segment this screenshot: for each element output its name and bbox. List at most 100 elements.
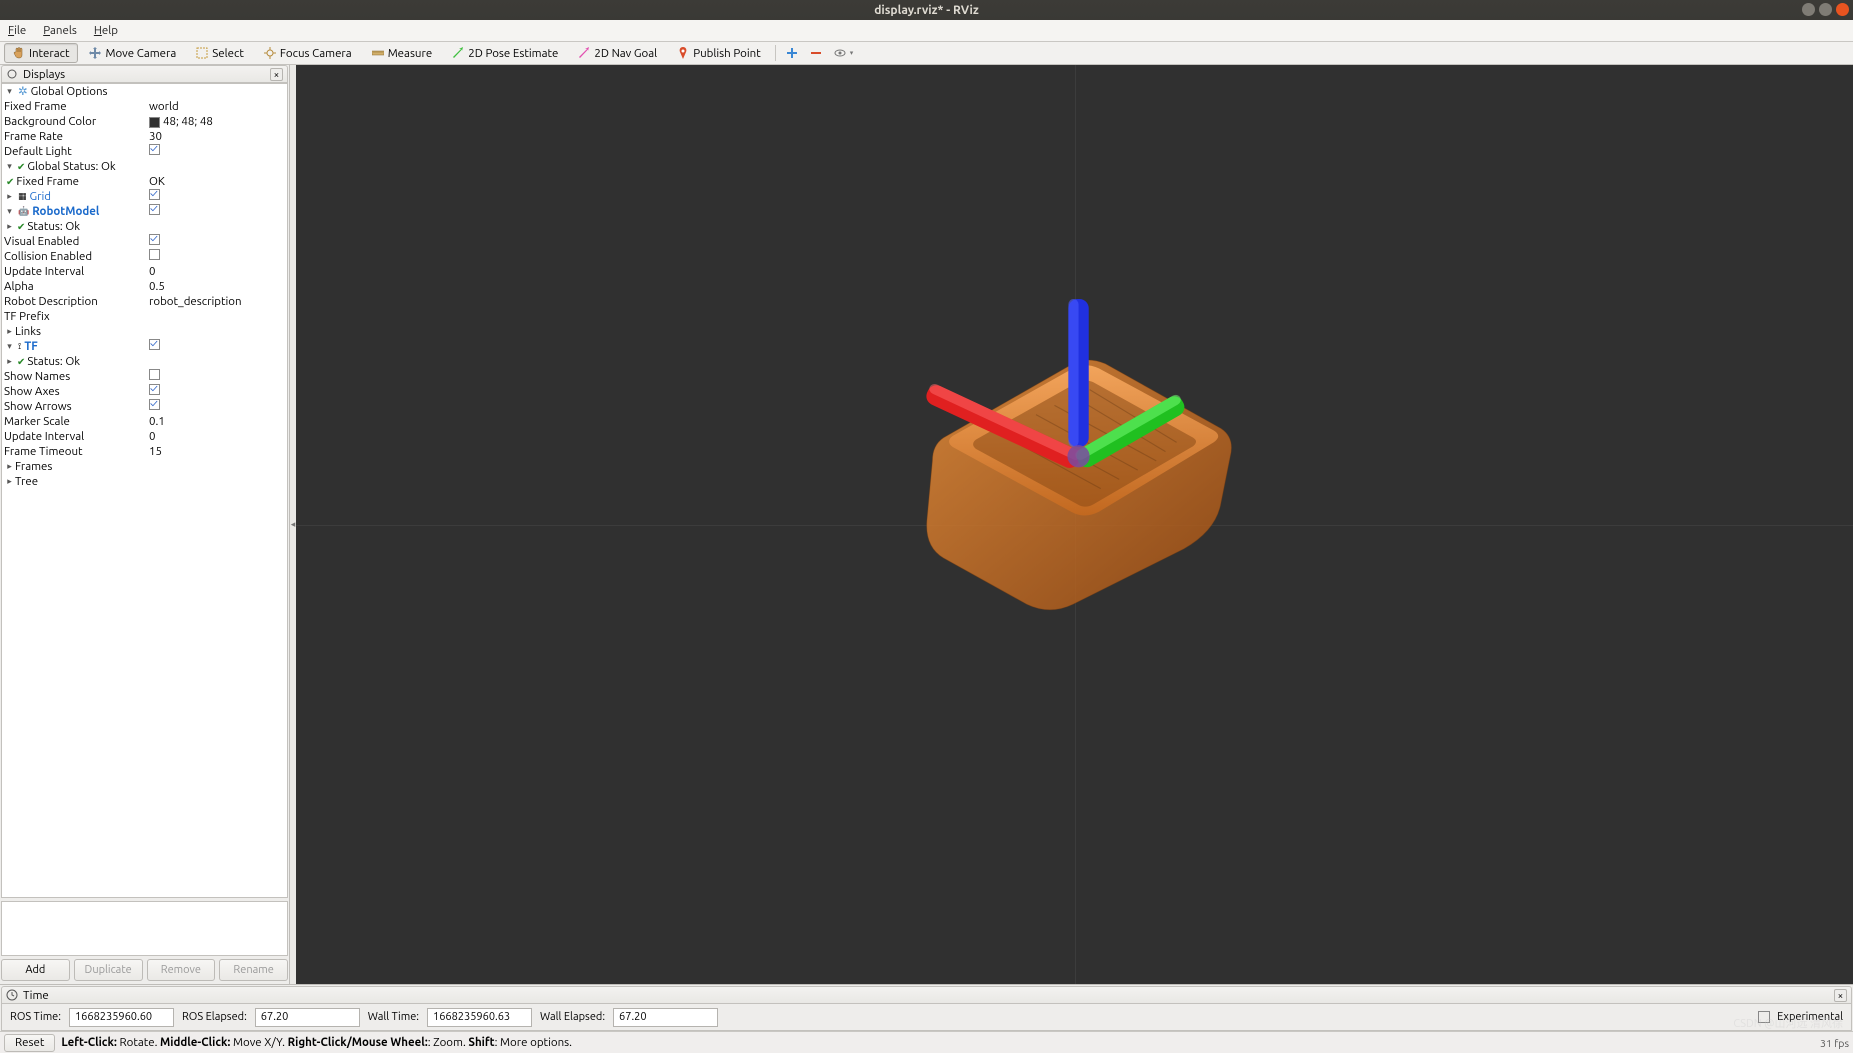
- fixed-frame-label[interactable]: Fixed Frame: [4, 99, 67, 114]
- visual-enabled-checkbox[interactable]: [149, 234, 160, 245]
- toolbar-separator: [775, 45, 776, 61]
- remove-button[interactable]: Remove: [147, 959, 216, 981]
- interact-button[interactable]: Interact: [4, 43, 78, 63]
- marker-scale-value[interactable]: 0.1: [149, 414, 165, 429]
- show-axes-checkbox[interactable]: [149, 384, 160, 395]
- hand-icon: [13, 47, 25, 59]
- window-buttons: [1802, 3, 1849, 16]
- grid-icon: ▦: [18, 189, 27, 204]
- robotmodel-label[interactable]: RobotModel: [32, 204, 99, 219]
- show-arrows-label[interactable]: Show Arrows: [4, 399, 72, 414]
- titlebar: display.rviz* - RViz: [0, 0, 1853, 20]
- tf-checkbox[interactable]: [149, 339, 160, 350]
- focus-camera-button[interactable]: Focus Camera: [255, 43, 361, 63]
- grid-label[interactable]: Grid: [30, 189, 52, 204]
- check-icon: ✔: [6, 174, 14, 189]
- global-status-fixed-frame-label[interactable]: Fixed Frame: [16, 174, 79, 189]
- check-icon: ✔: [17, 219, 25, 234]
- wall-elapsed-label: Wall Elapsed:: [540, 1011, 605, 1023]
- duplicate-button[interactable]: Duplicate: [74, 959, 143, 981]
- pin-icon: [677, 47, 689, 59]
- reset-button[interactable]: Reset: [4, 1034, 55, 1052]
- ros-time-field[interactable]: [69, 1008, 174, 1027]
- background-color-value[interactable]: 48; 48; 48: [163, 115, 213, 128]
- tf-update-interval-value[interactable]: 0: [149, 429, 156, 444]
- tf-status-label[interactable]: Status: Ok: [27, 354, 80, 369]
- visibility-button[interactable]: ▾: [829, 43, 859, 63]
- show-arrows-checkbox[interactable]: [149, 399, 160, 410]
- gear-icon: ✲: [18, 84, 28, 99]
- experimental-checkbox[interactable]: [1758, 1011, 1770, 1023]
- visual-enabled-label[interactable]: Visual Enabled: [4, 234, 79, 249]
- collision-enabled-checkbox[interactable]: [149, 249, 160, 260]
- marker-scale-label[interactable]: Marker Scale: [4, 414, 70, 429]
- measure-button[interactable]: Measure: [363, 43, 442, 63]
- frame-rate-label[interactable]: Frame Rate: [4, 129, 63, 144]
- panel-close-button[interactable]: ×: [270, 68, 283, 81]
- tf-prefix-label[interactable]: TF Prefix: [4, 309, 50, 324]
- add-button[interactable]: Add: [1, 959, 70, 981]
- remove-display-button[interactable]: [805, 43, 827, 63]
- frame-timeout-value[interactable]: 15: [149, 444, 162, 459]
- frame-timeout-label[interactable]: Frame Timeout: [4, 444, 83, 459]
- add-display-button[interactable]: [781, 43, 803, 63]
- ros-elapsed-field[interactable]: [255, 1008, 360, 1027]
- rename-button[interactable]: Rename: [219, 959, 288, 981]
- default-light-label[interactable]: Default Light: [4, 144, 72, 159]
- move-camera-button[interactable]: Move Camera: [80, 43, 185, 63]
- fixed-frame-value[interactable]: world: [149, 99, 179, 114]
- tf-label[interactable]: TF: [24, 339, 37, 354]
- robot-description-value[interactable]: robot_description: [149, 294, 242, 309]
- displays-panel-title[interactable]: Displays ×: [1, 65, 288, 83]
- minimize-icon[interactable]: [1802, 3, 1815, 16]
- plus-icon: [786, 47, 798, 59]
- robotmodel-checkbox[interactable]: [149, 204, 160, 215]
- robot-model: [888, 267, 1258, 627]
- wall-time-field[interactable]: [427, 1008, 532, 1027]
- 3d-viewport[interactable]: [296, 65, 1853, 984]
- robotmodel-status-label[interactable]: Status: Ok: [27, 219, 80, 234]
- color-swatch[interactable]: [149, 117, 160, 128]
- measure-label: Measure: [388, 47, 433, 60]
- pink-arrow-icon: [578, 47, 590, 59]
- background-color-label[interactable]: Background Color: [4, 114, 96, 129]
- robot-icon: 🤖: [18, 204, 29, 219]
- nav-goal-label: 2D Nav Goal: [594, 47, 657, 60]
- experimental-label[interactable]: Experimental: [1777, 1011, 1843, 1023]
- global-options-label[interactable]: Global Options: [31, 84, 108, 99]
- links-label[interactable]: Links: [15, 324, 41, 339]
- default-light-checkbox[interactable]: [149, 144, 160, 155]
- close-icon[interactable]: [1836, 3, 1849, 16]
- menu-panels[interactable]: Panels: [43, 24, 77, 37]
- menu-file[interactable]: File: [8, 24, 26, 37]
- clock-icon: [6, 989, 18, 1001]
- focus-icon: [264, 47, 276, 59]
- displays-tree[interactable]: ▾✲Global Options Fixed Frameworld Backgr…: [1, 83, 288, 898]
- displays-title-label: Displays: [23, 68, 65, 81]
- panel-close-button[interactable]: ×: [1834, 989, 1847, 1002]
- pose-estimate-button[interactable]: 2D Pose Estimate: [443, 43, 567, 63]
- ros-time-label: ROS Time:: [10, 1011, 61, 1023]
- check-icon: ✔: [17, 159, 25, 174]
- grid-checkbox[interactable]: [149, 189, 160, 200]
- menu-help[interactable]: Help: [94, 24, 118, 37]
- rm-update-interval-label[interactable]: Update Interval: [4, 264, 84, 279]
- show-names-checkbox[interactable]: [149, 369, 160, 380]
- rm-update-interval-value[interactable]: 0: [149, 264, 156, 279]
- tf-update-interval-label[interactable]: Update Interval: [4, 429, 84, 444]
- show-names-label[interactable]: Show Names: [4, 369, 70, 384]
- robot-description-label[interactable]: Robot Description: [4, 294, 98, 309]
- publish-point-button[interactable]: Publish Point: [668, 43, 770, 63]
- nav-goal-button[interactable]: 2D Nav Goal: [569, 43, 666, 63]
- tree-label[interactable]: Tree: [15, 474, 38, 489]
- fps-label: 31 fps: [1820, 1037, 1849, 1049]
- select-button[interactable]: Select: [187, 43, 253, 63]
- collision-enabled-label[interactable]: Collision Enabled: [4, 249, 92, 264]
- show-axes-label[interactable]: Show Axes: [4, 384, 60, 399]
- frames-label[interactable]: Frames: [15, 459, 52, 474]
- alpha-value[interactable]: 0.5: [149, 279, 165, 294]
- alpha-label[interactable]: Alpha: [4, 279, 34, 294]
- wall-elapsed-field[interactable]: [613, 1008, 718, 1027]
- maximize-icon[interactable]: [1819, 3, 1832, 16]
- global-status-label[interactable]: Global Status: Ok: [27, 159, 115, 174]
